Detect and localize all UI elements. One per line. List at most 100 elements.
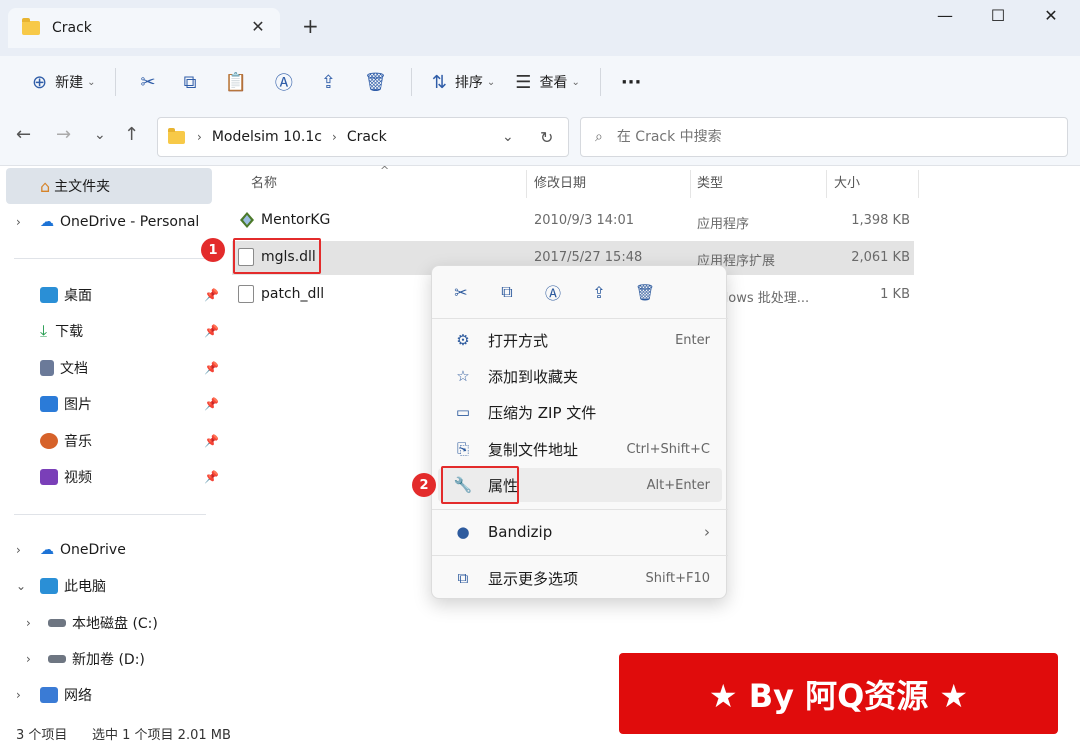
rename-button[interactable]: Ⓐ [261, 64, 307, 100]
chevron-right-icon[interactable]: › [16, 688, 21, 702]
share-button[interactable]: ⇪ [307, 64, 350, 100]
folder-icon [22, 18, 40, 35]
column-divider[interactable] [826, 170, 827, 198]
menu-item-compress-zip[interactable]: ▭ 压缩为 ZIP 文件 [438, 395, 722, 429]
desktop-icon [40, 287, 58, 303]
column-header-type[interactable]: 类型 [697, 172, 723, 196]
menu-item-label: Bandizip [488, 523, 553, 541]
sidebar-item-music[interactable]: 音乐 📌 [6, 423, 219, 459]
pin-icon[interactable]: 📌 [204, 324, 219, 338]
sidebar-item-documents[interactable]: 文档 📌 [6, 350, 219, 386]
file-size: 1 KB [880, 287, 910, 302]
cut-button[interactable]: ✂ [126, 64, 169, 100]
sidebar-item-pictures[interactable]: 图片 📌 [6, 386, 219, 422]
file-row-mentorkg[interactable]: MentorKG 2010/9/3 14:01 应用程序 1,398 KB [232, 204, 914, 238]
up-arrow-icon[interactable]: ↑ [124, 124, 139, 145]
sidebar-item-label: 本地磁盘 (C:) [72, 616, 158, 632]
file-name: MentorKG [261, 212, 331, 228]
new-button[interactable]: ⊕ 新建 ⌄ [22, 64, 105, 100]
menu-item-bandizip[interactable]: ● Bandizip › [438, 515, 722, 549]
sidebar-item-onedrive-personal[interactable]: › ☁ OneDrive - Personal [6, 204, 212, 240]
tab-close-button[interactable]: ✕ [248, 17, 268, 36]
new-tab-button[interactable]: + [302, 14, 319, 38]
breadcrumb-modelsim[interactable]: Modelsim 10.1c [212, 129, 322, 145]
search-input[interactable] [616, 129, 1037, 145]
command-bar: ⊕ 新建 ⌄ ✂ ⧉ 📋 Ⓐ ⇪ 🗑 ⇅ 排序 ⌄ ☰ 查看 ⌄ ··· [0, 56, 1080, 108]
sidebar-item-home[interactable]: ⌂ 主文件夹 [6, 168, 212, 204]
sidebar-item-downloads[interactable]: ⤓ 下载 📌 [6, 313, 219, 349]
menu-item-show-more[interactable]: ⧉ 显示更多选项 Shift+F10 [438, 561, 722, 595]
menu-item-copy-path[interactable]: ⎘ 复制文件地址 Ctrl+Shift+C [438, 432, 722, 466]
cut-icon[interactable]: ✂ [446, 277, 476, 307]
sidebar-item-label: 图片 [64, 397, 92, 413]
menu-item-add-favorites[interactable]: ☆ 添加到收藏夹 [438, 359, 722, 393]
search-icon: ⌕ [595, 129, 603, 145]
back-arrow-icon[interactable]: ← [16, 124, 31, 145]
copy-path-icon: ⎘ [456, 440, 469, 458]
address-dropdown-icon[interactable]: ⌄ [502, 129, 514, 145]
minimize-button[interactable]: — [930, 6, 960, 25]
refresh-icon[interactable]: ↻ [540, 128, 553, 147]
chevron-down-icon[interactable]: ⌄ [16, 579, 26, 593]
sidebar-item-drive-c[interactable]: › 本地磁盘 (C:) [6, 605, 212, 641]
chevron-right-icon[interactable]: › [26, 652, 31, 666]
copy-button[interactable]: ⧉ [170, 64, 211, 100]
more-options-button[interactable]: ··· [611, 64, 652, 100]
recent-chevron-icon[interactable]: ⌄ [94, 127, 106, 143]
column-divider[interactable] [526, 170, 527, 198]
tab-crack[interactable]: Crack ✕ [8, 8, 280, 48]
sidebar-item-network[interactable]: › 网络 [6, 677, 212, 713]
close-window-button[interactable]: ✕ [1036, 6, 1066, 25]
paste-button[interactable]: 📋 [210, 64, 260, 100]
pin-icon[interactable]: 📌 [204, 288, 219, 302]
menu-item-label: 压缩为 ZIP 文件 [488, 403, 597, 422]
delete-button[interactable]: 🗑 [350, 64, 401, 100]
column-header-modified[interactable]: 修改日期 [534, 172, 586, 196]
watermark-banner: ★ By 阿Q资源 ★ [619, 653, 1058, 734]
copy-icon[interactable]: ⧉ [492, 277, 522, 307]
chevron-down-icon: ⌄ [571, 76, 580, 88]
share-icon[interactable]: ⇪ [584, 277, 614, 307]
address-bar[interactable]: › Modelsim 10.1c › Crack ⌄ ↻ [157, 117, 569, 157]
context-menu: ✂ ⧉ Ⓐ ⇪ 🗑 ⚙ 打开方式 Enter ☆ 添加到收藏夹 ▭ 压缩为 ZI… [431, 265, 728, 599]
forward-arrow-icon[interactable]: → [56, 124, 71, 145]
pin-icon[interactable]: 📌 [204, 397, 219, 411]
sidebar-item-desktop[interactable]: 桌面 📌 [6, 277, 219, 313]
rename-icon[interactable]: Ⓐ [538, 277, 568, 307]
menu-item-open-with[interactable]: ⚙ 打开方式 Enter [438, 323, 722, 357]
sidebar-item-drive-d[interactable]: › 新加卷 (D:) [6, 641, 212, 677]
download-icon: ⤓ [40, 321, 48, 340]
sidebar-item-label: 主文件夹 [54, 179, 111, 195]
view-button[interactable]: ☰ 查看 ⌄ [505, 64, 590, 100]
music-icon [40, 433, 58, 449]
application-icon [238, 211, 254, 229]
trash-icon[interactable]: 🗑 [630, 277, 660, 307]
sidebar-item-onedrive[interactable]: › ☁ OneDrive [6, 532, 212, 568]
pin-icon[interactable]: 📌 [204, 434, 219, 448]
sort-label: 排序 [454, 75, 483, 91]
column-divider[interactable] [690, 170, 691, 198]
picture-icon [40, 396, 58, 412]
step-badge-2: 2 [412, 473, 436, 497]
search-box[interactable]: ⌕ [580, 117, 1068, 157]
pin-icon[interactable]: 📌 [204, 470, 219, 484]
sidebar-item-this-pc[interactable]: ⌄ 此电脑 [6, 568, 212, 604]
column-header-size[interactable]: 大小 [834, 172, 860, 196]
sort-button[interactable]: ⇅ 排序 ⌄ [422, 64, 505, 100]
menu-shortcut: Ctrl+Shift+C [626, 441, 710, 457]
new-label: 新建 [55, 75, 84, 91]
column-header-name[interactable]: 名称 [251, 172, 277, 196]
breadcrumb-crack[interactable]: Crack [347, 129, 387, 145]
highlight-box-properties [441, 466, 519, 504]
sidebar-item-videos[interactable]: 视频 📌 [6, 459, 219, 495]
step-badge-1: 1 [201, 238, 225, 262]
breadcrumb-chevron-icon: › [197, 130, 202, 144]
maximize-button[interactable]: ☐ [983, 6, 1013, 25]
pin-icon[interactable]: 📌 [204, 361, 219, 375]
chevron-right-icon[interactable]: › [16, 543, 21, 557]
chevron-right-icon[interactable]: › [16, 215, 21, 229]
chevron-right-icon[interactable]: › [26, 616, 31, 630]
star-icon: ☆ [456, 367, 470, 385]
column-divider[interactable] [918, 170, 919, 198]
selection-info: 选中 1 个项目 2.01 MB [92, 728, 231, 743]
